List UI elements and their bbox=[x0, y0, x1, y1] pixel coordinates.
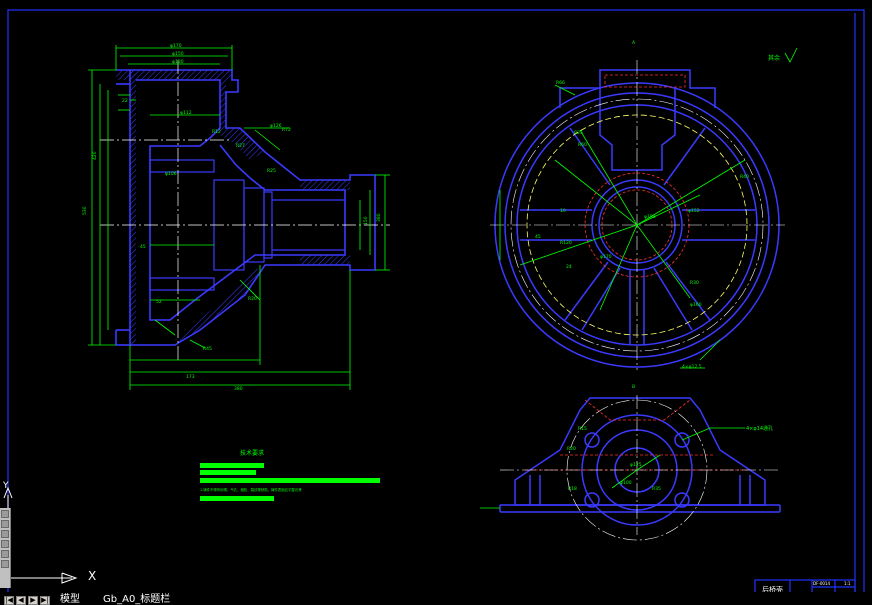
ucs-y-label: Y bbox=[2, 481, 9, 491]
dim-label: R25 bbox=[574, 130, 583, 136]
notes-line bbox=[200, 496, 274, 501]
dim-label: R66 bbox=[556, 80, 565, 86]
notes-line bbox=[200, 463, 264, 468]
dim-label: R60 bbox=[578, 142, 587, 148]
dim-label: 380 bbox=[234, 386, 243, 392]
dim-label: 173 bbox=[186, 374, 195, 380]
notes-title: 技术要求 bbox=[240, 449, 264, 457]
dim-label: 10 bbox=[560, 208, 566, 214]
titleblock-code: DF-0014 bbox=[813, 581, 830, 586]
dim-label: 4×φ12.5 bbox=[682, 364, 702, 370]
tab-model[interactable]: 模型 bbox=[60, 594, 80, 605]
notes-text: 1.铸件不得有砂眼、气孔、缩松、裂纹等缺陷，铸件表面应平整光滑 bbox=[200, 487, 302, 492]
front-view[interactable]: R66 R25 R60 R40 R120 R30 φ198 φ152 φ170 … bbox=[490, 40, 798, 390]
dim-label: 420 bbox=[92, 151, 98, 160]
dim-label: φ130 bbox=[172, 59, 184, 65]
hole-note: 4×φ14通孔 bbox=[746, 425, 773, 432]
dim-label: 24 bbox=[566, 264, 572, 270]
dim-label: R20 bbox=[567, 446, 576, 452]
dim-label: R12 bbox=[212, 129, 221, 135]
tab-layout[interactable]: Gb_A0_标题栏 bbox=[103, 594, 170, 605]
roughness-note: 其余 bbox=[768, 54, 780, 62]
dim-label: 45 bbox=[140, 244, 146, 250]
dim-label: φ106 bbox=[165, 171, 177, 177]
toolbar-button[interactable] bbox=[1, 530, 9, 538]
ucs-icon bbox=[3, 486, 78, 584]
tab-next-button[interactable]: ▶ bbox=[28, 596, 38, 605]
side-toolbar[interactable] bbox=[0, 508, 11, 588]
dim-label: 380 bbox=[376, 213, 382, 222]
dim-label: φ150 bbox=[172, 51, 184, 57]
notes-line bbox=[200, 478, 380, 483]
dim-label: R18 bbox=[568, 486, 577, 492]
drawing-frame bbox=[7, 9, 865, 599]
dim-label: R27 bbox=[236, 143, 245, 149]
toolbar-button[interactable] bbox=[1, 510, 9, 518]
dim-label: 52 bbox=[156, 299, 162, 305]
dim-label: 530 bbox=[82, 206, 88, 215]
dim-label: φ170 bbox=[170, 43, 182, 49]
ucs-x-label: X bbox=[88, 569, 97, 583]
toolbar-button[interactable] bbox=[1, 540, 9, 548]
dim-label: R72 bbox=[282, 127, 291, 133]
dim-label: R45 bbox=[203, 346, 212, 352]
dim-label: φ198 bbox=[644, 214, 656, 220]
titleblock-scale: 1:1 bbox=[844, 581, 851, 586]
dim-label: 150 bbox=[363, 216, 369, 225]
notes-line bbox=[200, 470, 256, 475]
toolbar-button[interactable] bbox=[1, 560, 9, 568]
dim-label: φ160 bbox=[690, 302, 702, 308]
tab-prev-button[interactable]: ◀ bbox=[16, 596, 26, 605]
dim-label: R20 bbox=[248, 296, 257, 302]
view-label-a: A bbox=[632, 40, 636, 46]
bottom-view[interactable]: R15 R20 φ125 φ100 R18 R35 4×φ14通孔 bbox=[480, 395, 781, 541]
dim-label: φ170 bbox=[600, 254, 612, 260]
drawing-canvas[interactable]: 后桥壳 DF-0014 1:1 φ170 φ150 φ130 φ112 φ106… bbox=[0, 0, 872, 605]
dim-label: R120 bbox=[560, 240, 572, 246]
dim-label: 22 bbox=[122, 98, 128, 104]
dim-label: R35 bbox=[652, 486, 661, 492]
dim-label: φ152 bbox=[688, 208, 700, 214]
dim-label: R40 bbox=[740, 174, 749, 180]
toolbar-button[interactable] bbox=[1, 550, 9, 558]
tab-first-button[interactable]: |◀ bbox=[4, 596, 14, 605]
dim-label: φ112 bbox=[180, 110, 192, 116]
view-label-b: B bbox=[632, 384, 635, 390]
section-view[interactable]: φ170 φ150 φ130 φ112 φ106 φ126 R12 R72 R2… bbox=[82, 43, 390, 392]
tab-last-button[interactable]: ▶| bbox=[40, 596, 50, 605]
tech-notes[interactable]: 技术要求 1.铸件不得有砂眼、气孔、缩松、裂纹等缺陷，铸件表面应平整光滑 bbox=[200, 449, 380, 501]
toolbar-button[interactable] bbox=[1, 520, 9, 528]
dim-label: R15 bbox=[578, 426, 587, 432]
dim-label: φ100 bbox=[620, 480, 632, 486]
dim-label: R30 bbox=[690, 280, 699, 286]
dim-label: 45 bbox=[535, 234, 541, 240]
dim-label: φ125 bbox=[630, 462, 642, 468]
dim-label: φ126 bbox=[270, 123, 282, 129]
dim-label: R25 bbox=[267, 168, 276, 174]
roughness-symbol bbox=[784, 47, 798, 63]
